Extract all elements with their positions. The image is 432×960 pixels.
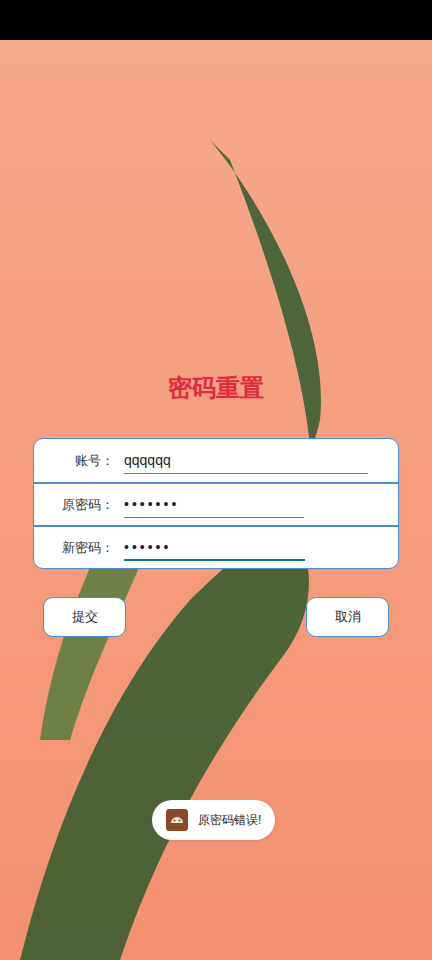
form-row: 账号： xyxy=(34,439,398,482)
field-label: 账号： xyxy=(44,451,124,471)
toast-message: 原密码错误! xyxy=(198,811,261,829)
status-bar xyxy=(0,0,432,40)
android-app-icon xyxy=(166,809,188,831)
cancel-button[interactable]: 取消 xyxy=(306,597,389,637)
submit-button[interactable]: 提交 xyxy=(43,597,126,637)
form-row: 新密码： xyxy=(34,525,398,568)
form-card: 账号： 原密码： 新密码： xyxy=(33,438,399,569)
field-label: 原密码： xyxy=(44,495,124,515)
toast: 原密码错误! xyxy=(152,800,275,840)
form-row: 原密码： xyxy=(34,482,398,525)
field-input[interactable] xyxy=(124,492,304,518)
button-row: 提交 取消 xyxy=(43,597,389,637)
field-input[interactable] xyxy=(124,535,305,561)
field-input[interactable] xyxy=(124,448,368,474)
page-title: 密码重置 xyxy=(168,373,264,403)
field-label: 新密码： xyxy=(44,538,124,558)
